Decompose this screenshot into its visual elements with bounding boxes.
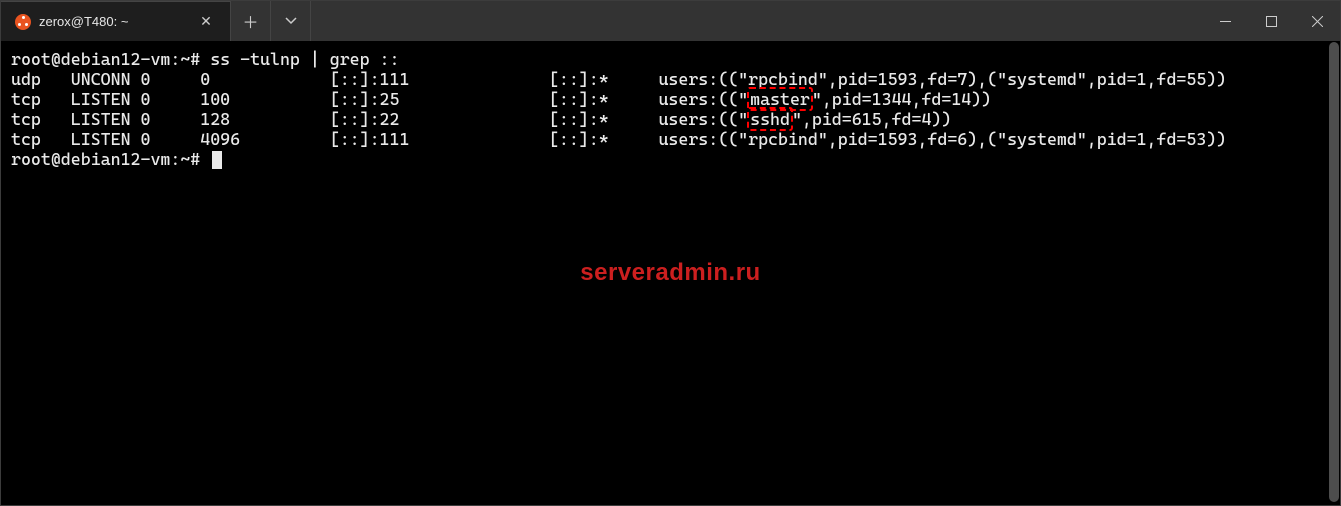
close-window-button[interactable] (1294, 1, 1340, 41)
output-row: tcp LISTEN 0 128 [::]:22 [::]:* users:((… (11, 109, 1332, 129)
tab-title: zerox@T480: ~ (39, 14, 128, 29)
highlighted-process: sshd (747, 107, 793, 131)
titlebar: zerox@T480: ~ ✕ ＋ (1, 1, 1340, 41)
command-line: root@debian12-vm:~# ss -tulnp | grep :: (11, 49, 1332, 69)
watermark-text: serveradmin.ru (580, 263, 760, 283)
close-icon (1312, 16, 1323, 27)
tab-active[interactable]: zerox@T480: ~ ✕ (1, 1, 231, 41)
titlebar-drag-area[interactable] (311, 1, 1202, 41)
scrollbar[interactable] (1329, 42, 1339, 502)
cursor (212, 151, 222, 169)
output-row: udp UNCONN 0 0 [::]:111 [::]:* users:(("… (11, 69, 1332, 89)
scrollbar-thumb[interactable] (1329, 42, 1339, 502)
output-row: tcp LISTEN 0 100 [::]:25 [::]:* users:((… (11, 89, 1332, 109)
maximize-button[interactable] (1248, 1, 1294, 41)
terminal-window: zerox@T480: ~ ✕ ＋ root@debian12-vm:~# ss… (0, 0, 1341, 506)
window-controls (1202, 1, 1340, 41)
prompt-line: root@debian12-vm:~# (11, 149, 1332, 169)
maximize-icon (1266, 16, 1277, 27)
output-row: tcp LISTEN 0 4096 [::]:111 [::]:* users:… (11, 129, 1332, 149)
ubuntu-icon (15, 14, 31, 30)
terminal-body[interactable]: root@debian12-vm:~# ss -tulnp | grep ::u… (1, 41, 1340, 505)
tab-strip: zerox@T480: ~ ✕ (1, 1, 231, 41)
close-tab-button[interactable]: ✕ (196, 12, 216, 32)
minimize-icon (1220, 16, 1231, 27)
tab-dropdown-button[interactable] (271, 1, 311, 41)
chevron-down-icon (285, 15, 297, 27)
minimize-button[interactable] (1202, 1, 1248, 41)
new-tab-button[interactable]: ＋ (231, 1, 271, 41)
